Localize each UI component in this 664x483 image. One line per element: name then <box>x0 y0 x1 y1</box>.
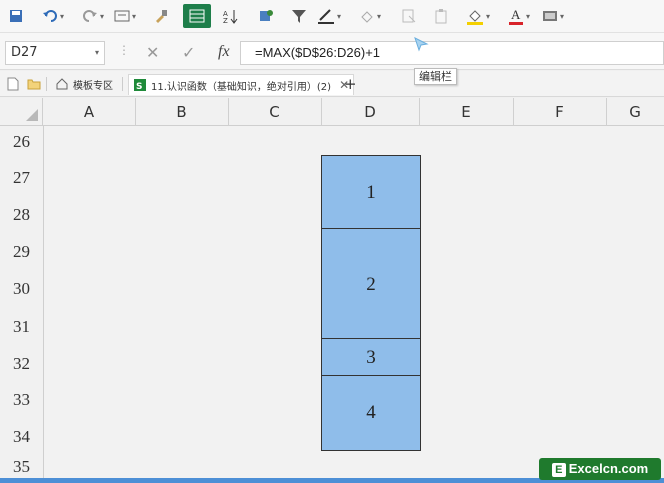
spreadsheet-icon: S <box>134 79 146 92</box>
tab-label: 11.认识函数（基础知识，绝对引用）(2) <box>151 81 332 93</box>
clear-icon[interactable] <box>398 4 420 28</box>
row-header[interactable]: 33 <box>0 382 44 419</box>
format-painter-icon[interactable] <box>150 4 172 28</box>
merged-cell-d29[interactable]: 2 <box>321 228 421 341</box>
more-icon: ⋮ <box>118 43 130 57</box>
merged-cell-d33[interactable]: 4 <box>321 375 421 451</box>
column-header-row: A B C D E F G <box>0 98 664 126</box>
row-header[interactable]: 35 <box>0 455 44 478</box>
filter-grid-icon[interactable] <box>183 4 211 28</box>
svg-text:S: S <box>136 82 142 92</box>
paint-icon[interactable]: ▾ <box>355 4 385 28</box>
column-header[interactable]: C <box>228 98 322 126</box>
save-icon[interactable] <box>6 4 26 28</box>
watermark-text: Excelcn.com <box>568 461 649 476</box>
tab-active-document[interactable]: S 11.认识函数（基础知识，绝对引用）(2) ✕ <box>128 74 355 95</box>
row-header[interactable]: 26 <box>0 126 44 159</box>
column-header[interactable]: D <box>321 98 420 126</box>
tab-label: 模板专区 <box>73 80 113 92</box>
row-header[interactable]: 28 <box>0 197 44 234</box>
toolbar: ▾ ▾ ▾ AZ ▾ ▾ ▾ A ▾ ▾ <box>0 0 664 32</box>
svg-text:Z: Z <box>223 17 228 24</box>
row-header[interactable]: 30 <box>0 270 44 309</box>
folder-icon[interactable] <box>27 74 41 94</box>
column-header[interactable]: F <box>513 98 607 126</box>
font-color-icon[interactable]: A ▾ <box>504 4 534 28</box>
fx-icon[interactable]: fx <box>218 43 230 61</box>
freeze-icon[interactable] <box>255 4 277 28</box>
row-header[interactable]: 29 <box>0 233 44 271</box>
filter-icon[interactable] <box>288 4 310 28</box>
clipboard-icon[interactable] <box>430 4 452 28</box>
redo-icon[interactable]: ▾ <box>78 4 108 28</box>
select-all-corner[interactable] <box>0 98 43 126</box>
column-header[interactable]: G <box>606 98 664 126</box>
home-icon <box>56 78 68 90</box>
name-box-value: D27 <box>11 45 38 60</box>
chevron-down-icon[interactable]: ▾ <box>95 42 99 64</box>
undo-icon[interactable]: ▾ <box>38 4 68 28</box>
sort-icon[interactable]: AZ <box>220 4 240 28</box>
cell-d32[interactable]: 3 <box>321 338 421 378</box>
row-header[interactable]: 34 <box>0 418 44 456</box>
column-header[interactable]: E <box>419 98 514 126</box>
row-header[interactable]: 27 <box>0 158 44 198</box>
row-header[interactable]: 31 <box>0 308 44 346</box>
new-file-icon[interactable] <box>7 74 19 94</box>
formula-bar: D27 ▾ ⋮ ✕ ✓ fx =MAX($D$26:D26)+1 <box>0 32 664 70</box>
confirm-icon[interactable]: ✓ <box>182 43 195 62</box>
row-header[interactable]: 32 <box>0 345 44 383</box>
svg-text:A: A <box>511 7 521 22</box>
cancel-icon[interactable]: ✕ <box>146 43 159 62</box>
column-header[interactable]: B <box>135 98 229 126</box>
add-tab-button[interactable]: + <box>344 74 357 94</box>
tab-template-zone[interactable]: 模板专区 <box>55 74 113 94</box>
name-box[interactable]: D27 ▾ <box>5 41 105 65</box>
formula-bar-tooltip: 编辑栏 <box>414 68 457 85</box>
watermark-letter: E <box>551 463 566 477</box>
formula-input[interactable]: =MAX($D$26:D26)+1 <box>240 41 664 65</box>
cell-style-icon[interactable]: ▾ <box>538 4 568 28</box>
cursor-icon <box>414 37 429 52</box>
merged-cell-d27[interactable]: 1 <box>321 155 421 231</box>
print-preview-icon[interactable]: ▾ <box>110 4 140 28</box>
border-icon[interactable]: ▾ <box>313 4 345 28</box>
document-tabs: 模板专区 S 11.认识函数（基础知识，绝对引用）(2) ✕ + <box>0 71 664 97</box>
site-watermark-logo: E Excelcn.com <box>539 458 661 480</box>
column-header[interactable]: A <box>43 98 136 126</box>
fill-color-icon[interactable]: ▾ <box>462 4 494 28</box>
